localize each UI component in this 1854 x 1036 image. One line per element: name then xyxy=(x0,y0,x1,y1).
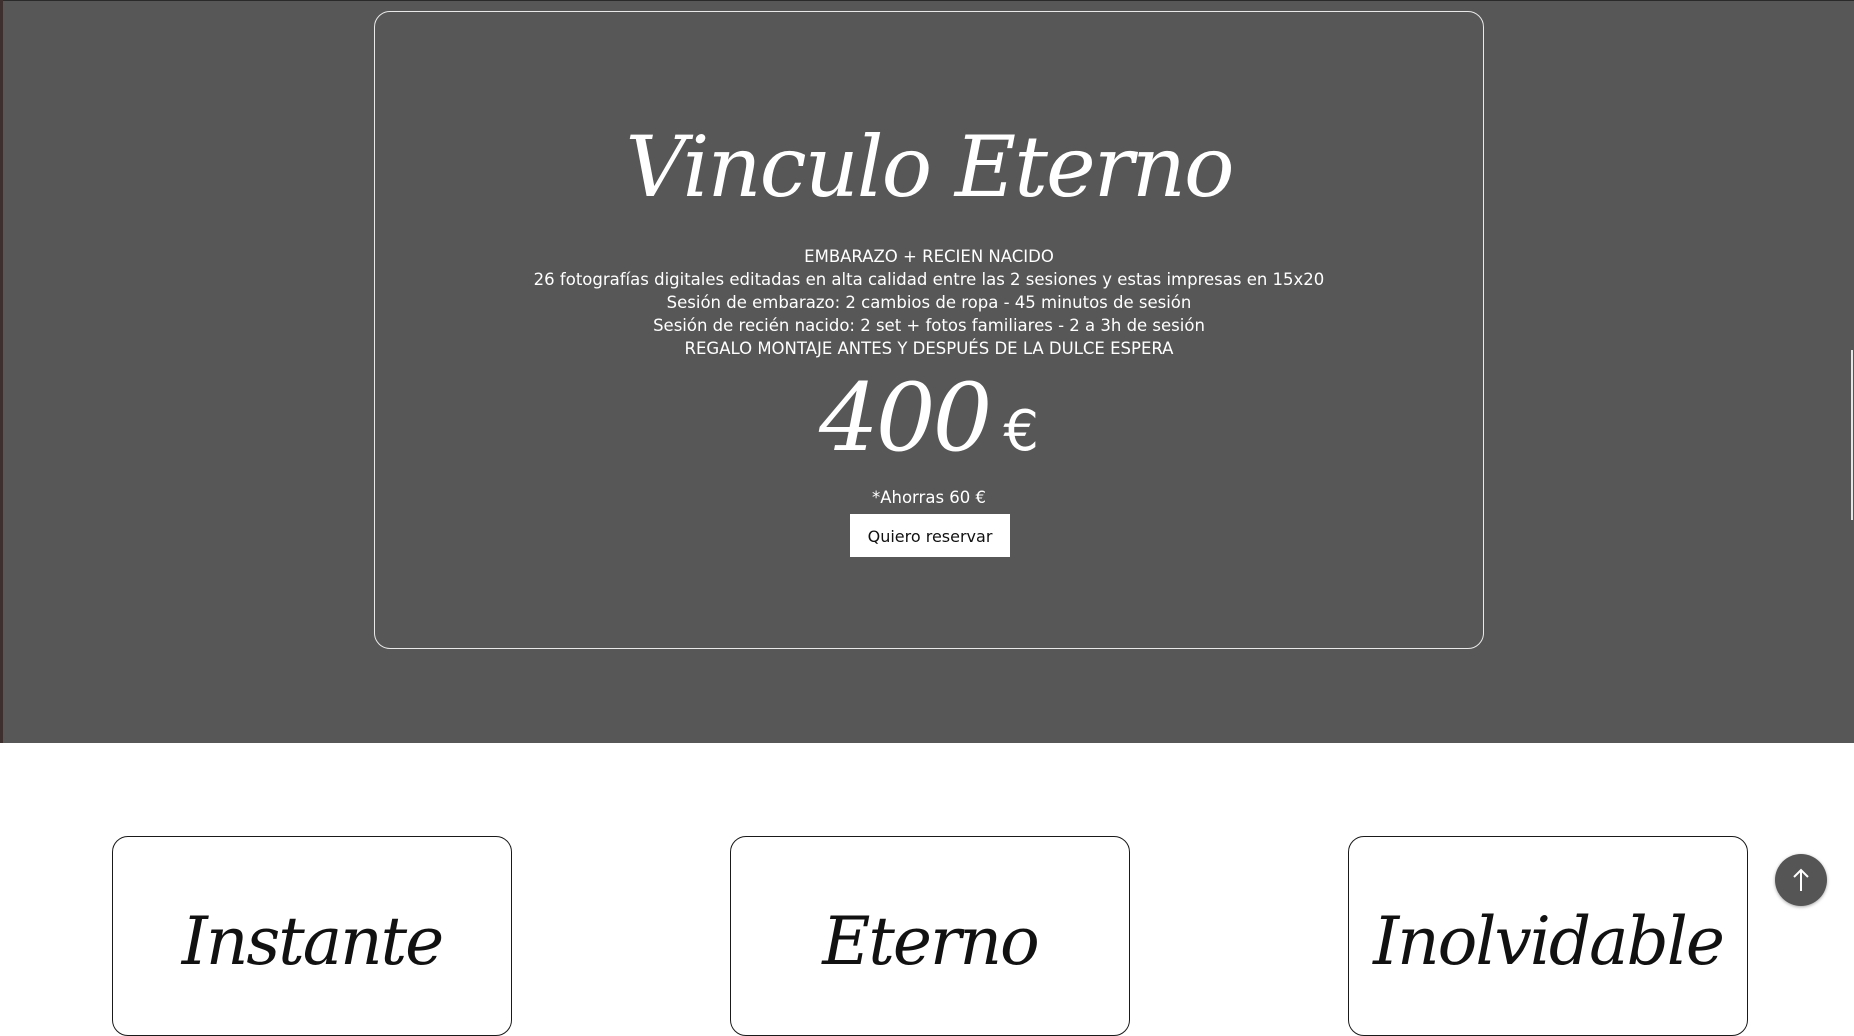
featured-package-card: Vinculo Eterno EMBARAZO + RECIEN NACIDO … xyxy=(374,11,1484,649)
package-title: Instante xyxy=(181,903,444,980)
description-line: EMBARAZO + RECIEN NACIDO xyxy=(804,247,1054,266)
package-card-eterno: Eterno xyxy=(730,836,1130,1036)
package-card-inolvidable: Inolvidable xyxy=(1348,836,1748,1036)
left-edge-strip xyxy=(0,0,3,743)
scroll-to-top-button[interactable] xyxy=(1775,854,1827,906)
top-divider xyxy=(0,0,1854,1)
savings-note: *Ahorras 60 € xyxy=(871,488,987,507)
package-title: Inolvidable xyxy=(1373,903,1725,980)
package-price: 400 € xyxy=(375,364,1483,487)
price-amount: 400 xyxy=(818,364,992,473)
package-card-instante: Instante xyxy=(112,836,512,1036)
reserve-button[interactable]: Quiero reservar xyxy=(850,514,1010,557)
description-line: Sesión de embarazo: 2 cambios de ropa - … xyxy=(666,293,1192,312)
package-title: Eterno xyxy=(822,903,1040,980)
price-currency: € xyxy=(1003,399,1040,464)
package-title: Vinculo Eterno xyxy=(625,118,1234,216)
arrow-up-icon xyxy=(1793,868,1809,891)
description-line: 26 fotografías digitales editadas en alt… xyxy=(533,270,1325,289)
description-line: Sesión de recién nacido: 2 set + fotos f… xyxy=(653,316,1205,335)
description-line: REGALO MONTAJE ANTES Y DESPUÉS DE LA DUL… xyxy=(684,339,1174,358)
scrollbar-thumb[interactable] xyxy=(1851,350,1853,520)
package-description: EMBARAZO + RECIEN NACIDO 26 fotografías … xyxy=(375,245,1483,360)
